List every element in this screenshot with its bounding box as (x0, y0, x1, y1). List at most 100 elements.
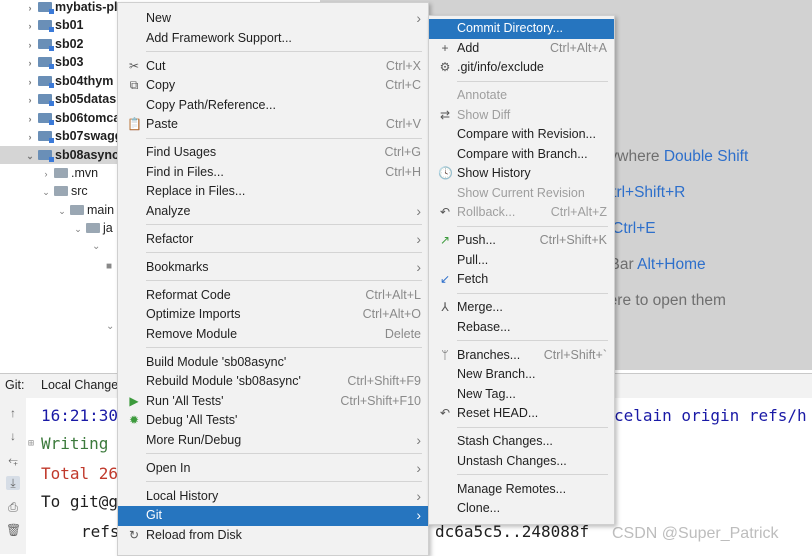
tree-item[interactable]: › sb02 (24, 35, 84, 53)
chevron-right-icon[interactable]: › (24, 0, 36, 17)
wrap-icon[interactable]: ⥆ (6, 453, 20, 467)
git-info-exclude-icon: ⚙ (439, 60, 451, 74)
tree-item[interactable]: › sb07swagg (24, 127, 122, 145)
menu-item-remove-module[interactable]: Remove Module Delete (118, 325, 428, 345)
menu-item-commit-directory[interactable]: Commit Directory... (429, 19, 614, 39)
tree-item[interactable]: ⌄ main (56, 201, 114, 219)
menu-item-analyze[interactable]: Analyze › (118, 202, 428, 222)
menu-item-copy-path-reference[interactable]: Copy Path/Reference... (118, 96, 428, 116)
chevron-right-icon[interactable]: › (24, 17, 36, 35)
menu-item-shortcut: Ctrl+Shift+F10 (340, 393, 421, 408)
menu-item-compare-with-revision[interactable]: Compare with Revision... (429, 125, 614, 145)
menu-item-push[interactable]: ↗ Push... Ctrl+Shift+K (429, 231, 614, 251)
tab-local-changes[interactable]: Local Changes (41, 378, 124, 392)
menu-item-label: Commit Directory... (457, 21, 564, 35)
menu-item-debug-all-tests[interactable]: ✹ Debug 'All Tests' (118, 411, 428, 431)
menu-item-fetch[interactable]: ↙ Fetch (429, 270, 614, 290)
expand-icon[interactable]: ⊞ (28, 438, 34, 449)
menu-item-label: Copy Path/Reference... (146, 97, 276, 112)
menu-item-clone[interactable]: Clone... (429, 499, 614, 519)
menu-item-stash-changes[interactable]: Stash Changes... (429, 432, 614, 452)
tree-item[interactable]: › sb06tomca (24, 109, 120, 127)
menu-separator (457, 80, 608, 82)
tree-item[interactable]: ⌄ ja (72, 219, 113, 237)
menu-item-shortcut: Ctrl+G (384, 145, 421, 159)
chevron-down-icon[interactable]: ⌄ (40, 183, 52, 201)
tree-item[interactable]: › sb03 (24, 53, 84, 71)
menu-item-bookmarks[interactable]: Bookmarks › (118, 258, 428, 278)
menu-item-find-in-files[interactable]: Find in Files... Ctrl+H (118, 163, 428, 183)
menu-item-replace-in-files[interactable]: Replace in Files... (118, 182, 428, 202)
menu-item-new[interactable]: New › (118, 9, 428, 29)
chevron-down-icon[interactable]: ⌄ (24, 147, 36, 165)
tree-expander-icon[interactable]: ■ (106, 258, 112, 276)
menu-item-new-branch[interactable]: New Branch... (429, 365, 614, 385)
menu-item-rollback: ↶ Rollback... Ctrl+Alt+Z (429, 203, 614, 223)
tree-item[interactable]: › sb05datas (24, 90, 116, 108)
menu-item-label: Compare with Branch... (457, 146, 588, 161)
menu-item-optimize-imports[interactable]: Optimize Imports Ctrl+Alt+O (118, 305, 428, 325)
scroll-to-end-icon[interactable]: ⤓ (6, 476, 20, 490)
menu-item-git[interactable]: Git › (118, 506, 428, 526)
menu-item-more-run-debug[interactable]: More Run/Debug › (118, 431, 428, 451)
chevron-right-icon[interactable]: › (24, 73, 36, 91)
menu-separator (457, 474, 608, 476)
menu-item-merge[interactable]: ⅄ Merge... (429, 298, 614, 318)
menu-item-new-tag[interactable]: New Tag... (429, 385, 614, 405)
chevron-right-icon[interactable]: › (24, 91, 36, 109)
menu-item-reload-from-disk[interactable]: ↻ Reload from Disk (118, 526, 428, 546)
menu-item-unstash-changes[interactable]: Unstash Changes... (429, 452, 614, 472)
chevron-right-icon[interactable]: › (24, 110, 36, 128)
tree-expander-icon[interactable]: ⌄ (92, 238, 100, 256)
tree-item[interactable]: › sb01 (24, 16, 84, 34)
menu-item-compare-with-branch[interactable]: Compare with Branch... (429, 145, 614, 165)
project-context-menu: New › Add Framework Support... ✂ Cut Ctrl+X ⧉ C… (117, 2, 429, 556)
menu-separator (457, 340, 608, 342)
menu-item-branches[interactable]: ᛘ Branches... Ctrl+Shift+` (429, 346, 614, 366)
menu-item-label: Remove Module (146, 326, 238, 341)
menu-item-label: Git (146, 508, 162, 522)
menu-item-cut[interactable]: ✂ Cut Ctrl+X (118, 57, 428, 77)
menu-item-label: Find in Files... (146, 164, 224, 179)
menu-item-build-module-sb08async[interactable]: Build Module 'sb08async' (118, 353, 428, 373)
menu-item-copy[interactable]: ⧉ Copy Ctrl+C (118, 76, 428, 96)
chevron-down-icon[interactable]: ⌄ (72, 220, 84, 238)
menu-separator (146, 252, 422, 254)
tree-item[interactable]: › sb04thym (24, 72, 113, 90)
menu-item-find-usages[interactable]: Find Usages Ctrl+G (118, 143, 428, 163)
chevron-right-icon[interactable]: › (24, 54, 36, 72)
arrow-up-icon[interactable]: ↑ (6, 406, 20, 420)
tree-item[interactable]: ⌄ src (40, 182, 87, 201)
chevron-right-icon[interactable]: › (24, 128, 36, 146)
menu-item-label: New Tag... (457, 386, 516, 401)
menu-item-pull[interactable]: Pull... (429, 251, 614, 271)
folder-icon (86, 223, 100, 233)
tree-expander-icon[interactable]: ⌄ (106, 318, 114, 336)
menu-item-open-in[interactable]: Open In › (118, 459, 428, 479)
show-diff-icon: ⇄ (439, 107, 451, 122)
menu-item-paste[interactable]: 📋 Paste Ctrl+V (118, 115, 428, 135)
menu-item-add[interactable]: + Add Ctrl+Alt+A (429, 39, 614, 59)
menu-item-local-history[interactable]: Local History › (118, 487, 428, 507)
menu-item-refactor[interactable]: Refactor › (118, 230, 428, 250)
chevron-down-icon[interactable]: ⌄ (56, 202, 68, 220)
menu-item-git-info-exclude[interactable]: ⚙ .git/info/exclude (429, 58, 614, 78)
menu-item-manage-remotes[interactable]: Manage Remotes... (429, 480, 614, 500)
menu-item-label: .git/info/exclude (457, 60, 544, 74)
trash-icon[interactable]: 🗑 (6, 523, 21, 537)
menu-item-rebuild-module-sb08async[interactable]: Rebuild Module 'sb08async' Ctrl+Shift+F9 (118, 372, 428, 392)
tree-item[interactable]: › .mvn (40, 164, 99, 183)
chevron-right-icon[interactable]: › (24, 36, 36, 54)
menu-item-rebase[interactable]: Rebase... (429, 318, 614, 338)
copy-icon: ⧉ (129, 78, 139, 92)
menu-item-reformat-code[interactable]: Reformat Code Ctrl+Alt+L (118, 286, 428, 306)
menu-item-reset-head[interactable]: ↶ Reset HEAD... (429, 404, 614, 424)
tree-item[interactable]: › mybatis-pl (24, 0, 118, 16)
folder-icon (70, 205, 84, 215)
menu-item-add-framework-support[interactable]: Add Framework Support... (118, 29, 428, 49)
print-icon[interactable]: ⎙ (6, 500, 20, 514)
menu-item-run-all-tests[interactable]: ▶ Run 'All Tests' Ctrl+Shift+F10 (118, 392, 428, 412)
arrow-down-icon[interactable]: ↓ (6, 429, 20, 443)
menu-item-show-history[interactable]: 🕓 Show History (429, 164, 614, 184)
chevron-right-icon[interactable]: › (40, 165, 52, 183)
